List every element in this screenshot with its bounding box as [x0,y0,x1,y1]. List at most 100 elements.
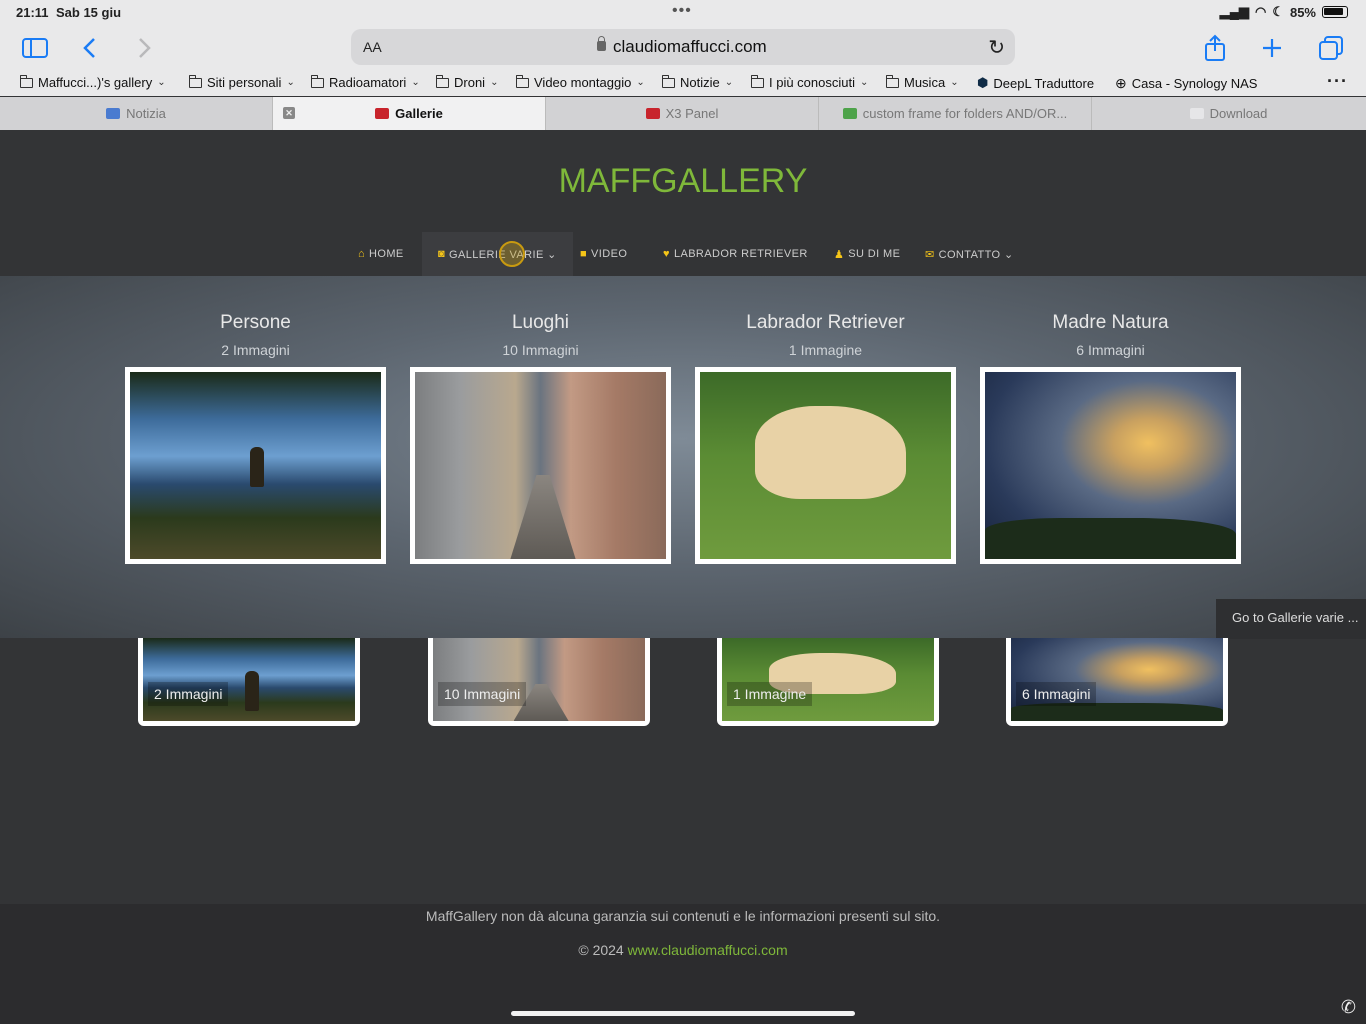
category-count: 6 Immagini [1076,342,1145,358]
address-bar[interactable]: AA claudiomaffucci.com ↻ [351,29,1015,65]
category-title: Madre Natura [1052,312,1169,333]
tab-download[interactable]: Download [1092,97,1365,130]
lake-photo [130,372,381,559]
flag-icon [375,108,390,119]
category-thumbnail-labrador[interactable] [695,367,956,564]
reload-icon[interactable]: ↻ [988,35,1005,60]
card-caption: 10 Immagini [438,682,527,706]
site-footer: MaffGallery non dà alcuna garanzia sui c… [0,904,1366,1024]
nav-su-di-me[interactable]: ♟ SU DI ME [834,232,900,276]
home-indicator[interactable] [511,1011,855,1016]
chevron-down-icon: ⌄ [490,77,499,88]
favicon-icon [106,108,121,119]
footer-disclaimer: MaffGallery non dà alcuna garanzia sui c… [425,908,941,924]
deepl-icon: ⬢ [977,75,989,90]
bookmark-folder[interactable]: Video montaggio ⌄ [516,74,645,90]
phone-icon[interactable]: ✆ [1341,997,1356,1018]
reader-options-button[interactable]: AA [363,39,382,55]
bookmark-folder[interactable]: I più conosciuti ⌄ [751,74,868,90]
category-thumbnail-persone[interactable] [125,367,386,564]
tab-strip: Notizia ✕ Gallerie X3 Panel custom frame … [0,97,1366,130]
forward-icon[interactable] [136,32,152,64]
gallery-card[interactable]: 10 Immagini [428,638,650,726]
card-caption: 6 Immagini [1016,682,1097,706]
bookmark-folder[interactable]: Musica ⌄ [886,74,959,90]
sky-photo [1011,638,1223,721]
bookmark-link[interactable]: ⬢ DeepL Traduttore [977,75,1094,91]
tab-x3-panel[interactable]: X3 Panel [546,97,819,130]
category-luoghi[interactable]: Luoghi 10 Immagini [410,312,671,358]
bookmark-folder[interactable]: Radioamatori ⌄ [311,74,420,90]
chevron-down-icon: ⌄ [286,77,295,88]
copyright-text: © 2024 [578,942,624,958]
bookmark-folder[interactable]: Notizie ⌄ [662,74,734,90]
gallery-card[interactable]: 6 Immagini [1006,638,1228,726]
category-persone[interactable]: Persone 2 Immagini [125,312,386,358]
category-madre-natura[interactable]: Madre Natura 6 Immagini [980,312,1241,358]
person-icon: ♟ [834,248,845,261]
category-thumbnail-madre-natura[interactable] [980,367,1241,564]
multitasking-dots-icon[interactable]: ••• [672,2,692,20]
chevron-down-icon: ⌄ [157,77,166,88]
chevron-down-icon: ⌄ [724,77,734,88]
nav-gallerie-varie[interactable]: ◙ GALLERIE VARIE ⌄ [422,232,573,276]
x3-icon [842,108,857,119]
bookmark-folder[interactable]: Maffucci...)'s gallery ⌄ [20,74,166,90]
category-thumbnail-luoghi[interactable] [410,367,671,564]
touch-indicator [499,241,525,267]
main-nav: ⌂ HOME ◙ GALLERIE VARIE ⌄ ■ VIDEO ♥ LABRADOR… [0,232,1366,276]
folder-icon [311,74,324,88]
nav-video[interactable]: ■ VIDEO [580,232,627,276]
street-photo [415,372,666,559]
gallery-card[interactable]: 1 Immagine [717,638,939,726]
video-icon: ■ [580,248,588,260]
bookmark-folder[interactable]: Droni ⌄ [436,74,499,90]
date: Sab 15 giu [56,5,122,20]
dog-photo [722,638,934,721]
new-tab-icon[interactable] [1262,32,1282,64]
card-caption: 2 Immagini [148,682,229,706]
favicon-icon [1189,108,1204,119]
url-text[interactable]: claudiomaffucci.com [613,37,767,57]
nav-home[interactable]: ⌂ HOME [358,232,404,276]
folder-icon [516,74,529,88]
footer-site-link[interactable]: www.claudiomaffucci.com [628,942,788,958]
share-icon[interactable] [1204,32,1226,64]
category-count: 1 Immagine [788,342,863,358]
back-icon[interactable] [82,32,98,64]
flag-icon [645,108,660,119]
site-logo[interactable]: MAFFGALLERY [0,162,1366,201]
wifi-icon: ◠ [1254,4,1267,19]
category-count: 10 Immagini [502,342,579,358]
nav-labrador[interactable]: ♥ LABRADOR RETRIEVER [663,232,808,276]
lock-icon [597,36,606,51]
chevron-down-icon: ⌄ [950,77,959,88]
gallery-card[interactable]: 2 Immagini [138,638,360,726]
status-bar: 21:11 Sab 15 giu ••• ▂▄▆ ◠ ☾ 85% [0,0,1366,26]
more-bookmarks-icon[interactable]: ··· [1327,71,1348,92]
category-labrador[interactable]: Labrador Retriever 1 Immagine [695,312,956,358]
nav-contatto[interactable]: ✉ CONTATTO ⌄ [925,232,1014,276]
category-count: 2 Immagini [221,342,290,358]
battery-percent: 85% [1289,4,1316,20]
street-photo [433,638,645,721]
signal-icon: ▂▄▆ [1219,4,1249,19]
envelope-icon: ✉ [925,248,935,261]
close-tab-icon[interactable]: ✕ [283,107,295,119]
bookmark-link[interactable]: ⊕ Casa - Synology NAS [1115,75,1257,92]
heart-icon: ♥ [663,248,670,260]
tab-gallerie[interactable]: ✕ Gallerie [273,97,546,130]
gallerie-dropdown-panel: Persone 2 Immagini Luoghi 10 Immagini La… [0,276,1366,639]
lake-photo [143,638,355,721]
camera-icon: ◙ [438,248,446,260]
goto-gallerie-varie-link[interactable]: Go to Gallerie varie ... [1216,599,1366,639]
clock: 21:11 [16,5,49,20]
bookmark-folder[interactable]: Siti personali ⌄ [189,74,295,90]
tab-overview-icon[interactable] [1319,32,1343,64]
home-icon: ⌂ [358,248,366,260]
sidebar-icon[interactable] [22,32,48,64]
status-indicators: ▂▄▆ ◠ ☾ 85% [1220,4,1348,20]
tab-notizia[interactable]: Notizia [0,97,273,130]
card-caption: 1 Immagine [727,682,813,706]
tab-custom-frame[interactable]: custom frame for folders AND/OR... [819,97,1092,130]
